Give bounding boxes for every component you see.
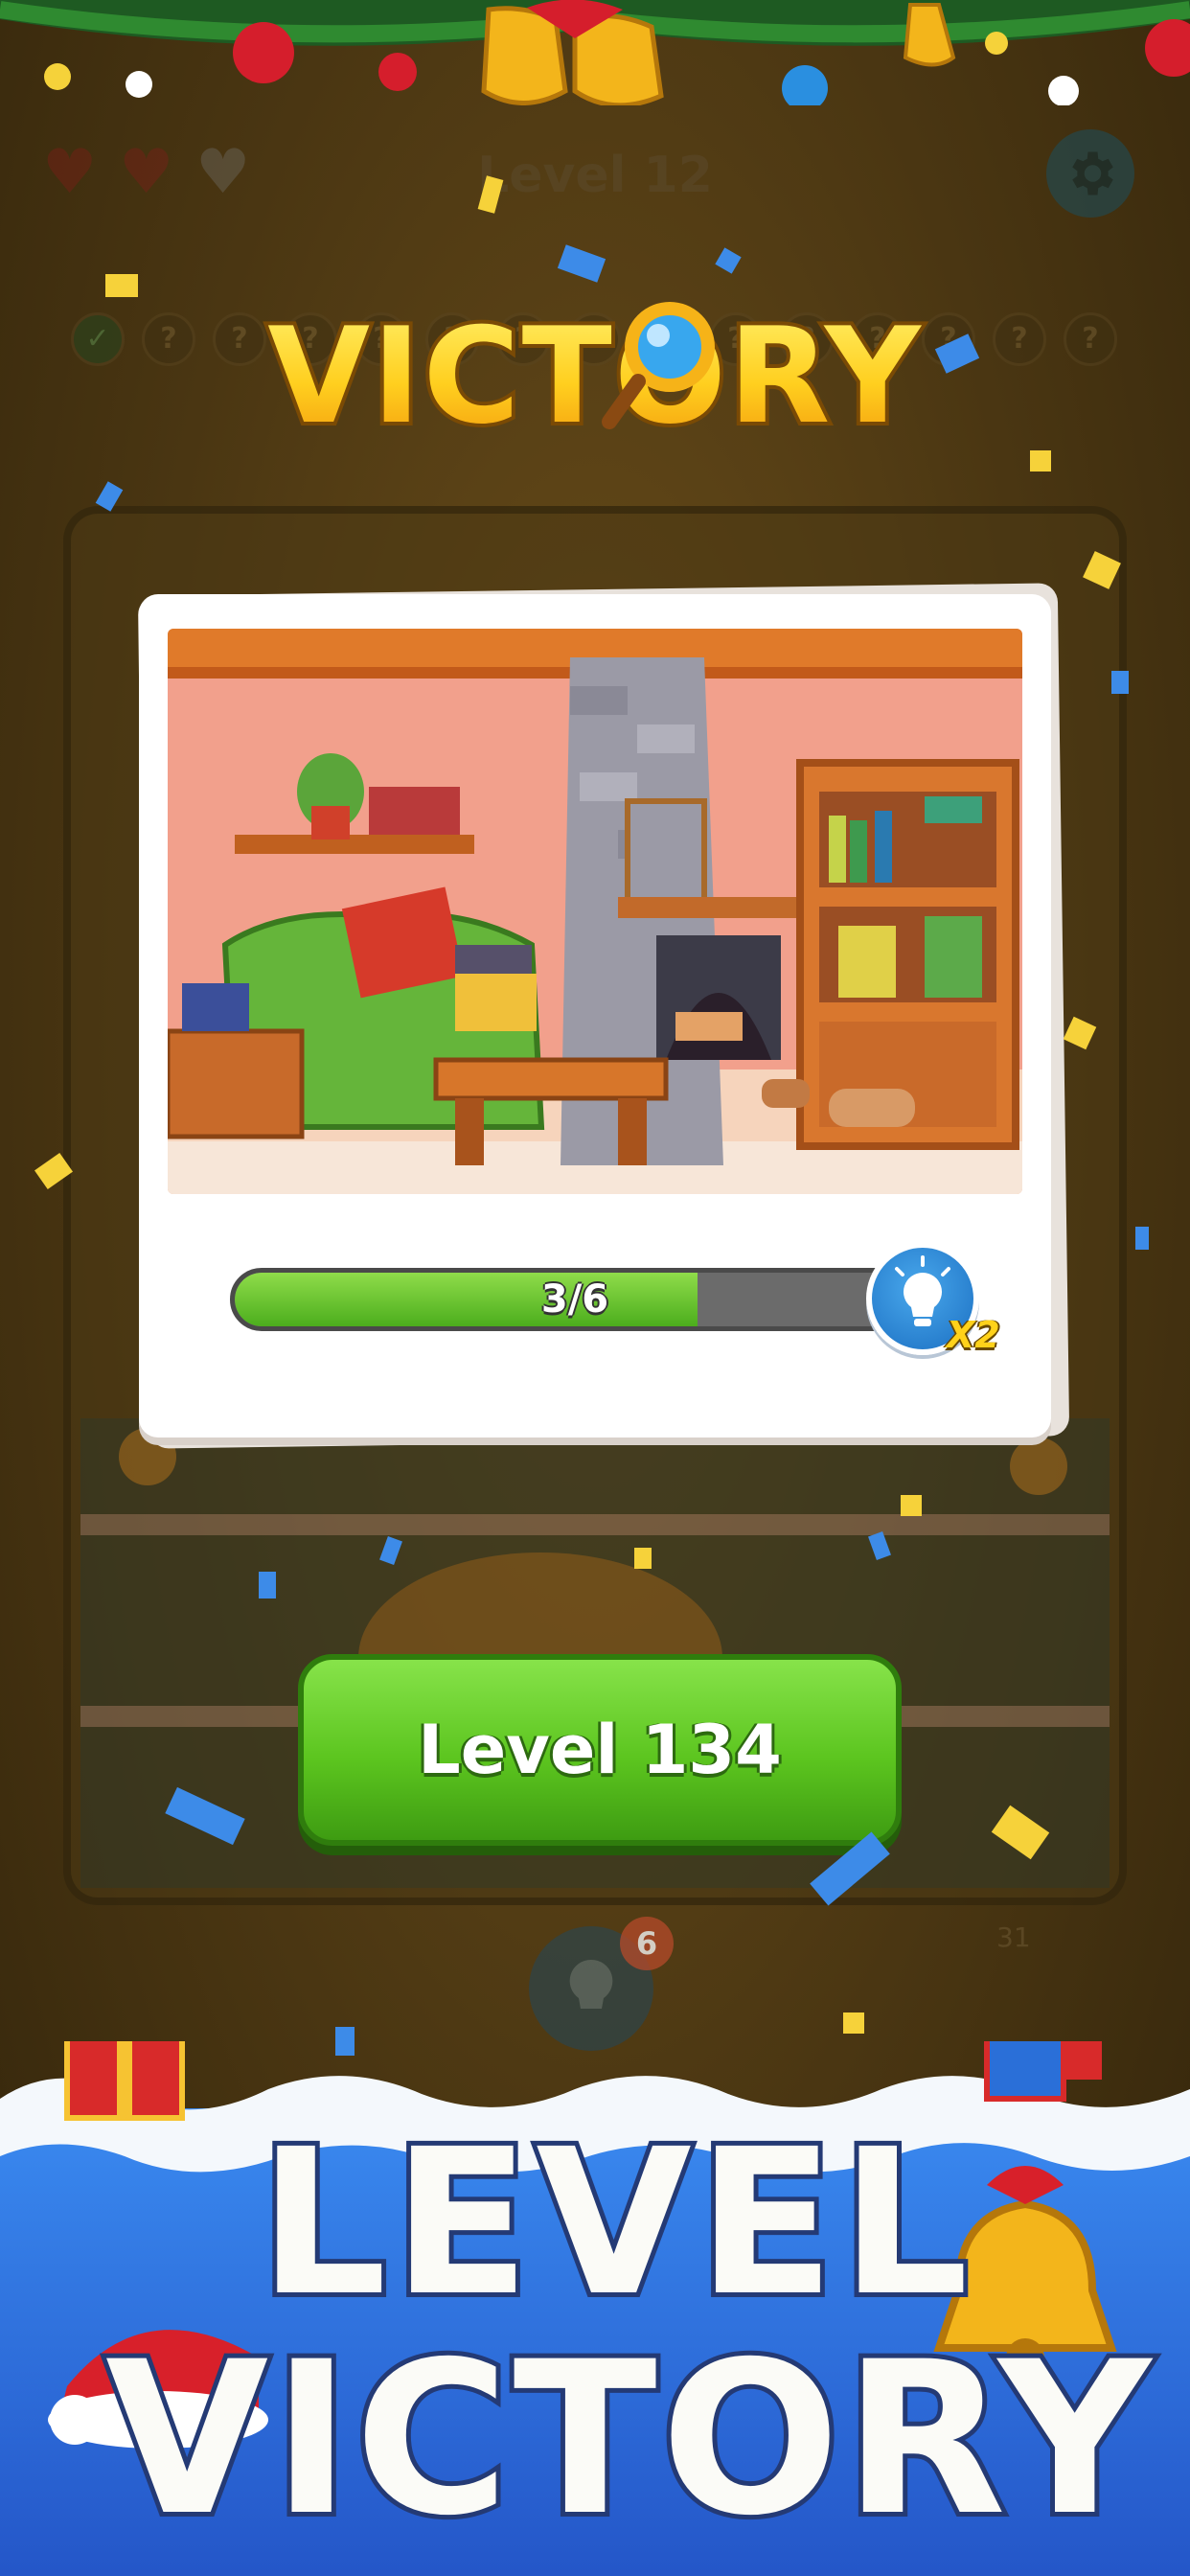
victory-title-text: VICTORY — [267, 299, 923, 453]
found-check-icon: ✓ — [71, 312, 125, 366]
unknown-object-icon: ? — [213, 312, 266, 366]
progress-text: 3/6 — [540, 1277, 609, 1322]
gear-icon — [1072, 151, 1113, 196]
heart-icon: ♥ — [42, 137, 98, 208]
level-scene-image — [168, 629, 1022, 1194]
objects-progress-bar: 3/6 — [230, 1268, 920, 1331]
heart-icon: ♥ — [119, 137, 174, 208]
bottom-score: 31 — [996, 1921, 1031, 1953]
christmas-garland — [0, 0, 1190, 105]
banner-line-level: LEVEL — [254, 2105, 975, 2340]
banner-line-victory: VICTORY — [101, 2316, 1156, 2562]
unknown-object-icon: ? — [1064, 312, 1117, 366]
lives-hearts: ♥ ♥ ♥ — [42, 142, 263, 209]
hint-multiplier: X2 — [947, 1314, 1000, 1356]
next-level-button[interactable]: Level 134 — [298, 1654, 902, 1846]
settings-button[interactable] — [1046, 129, 1134, 218]
heart-empty-icon: ♥ — [195, 137, 251, 208]
hint-count-badge: 6 — [620, 1917, 674, 1970]
victory-title: VICTORY — [263, 295, 925, 457]
unknown-object-icon: ? — [993, 312, 1046, 366]
unknown-object-icon: ? — [142, 312, 195, 366]
next-level-label: Level 134 — [418, 1711, 782, 1789]
level-indicator: Level 12 — [477, 147, 713, 204]
